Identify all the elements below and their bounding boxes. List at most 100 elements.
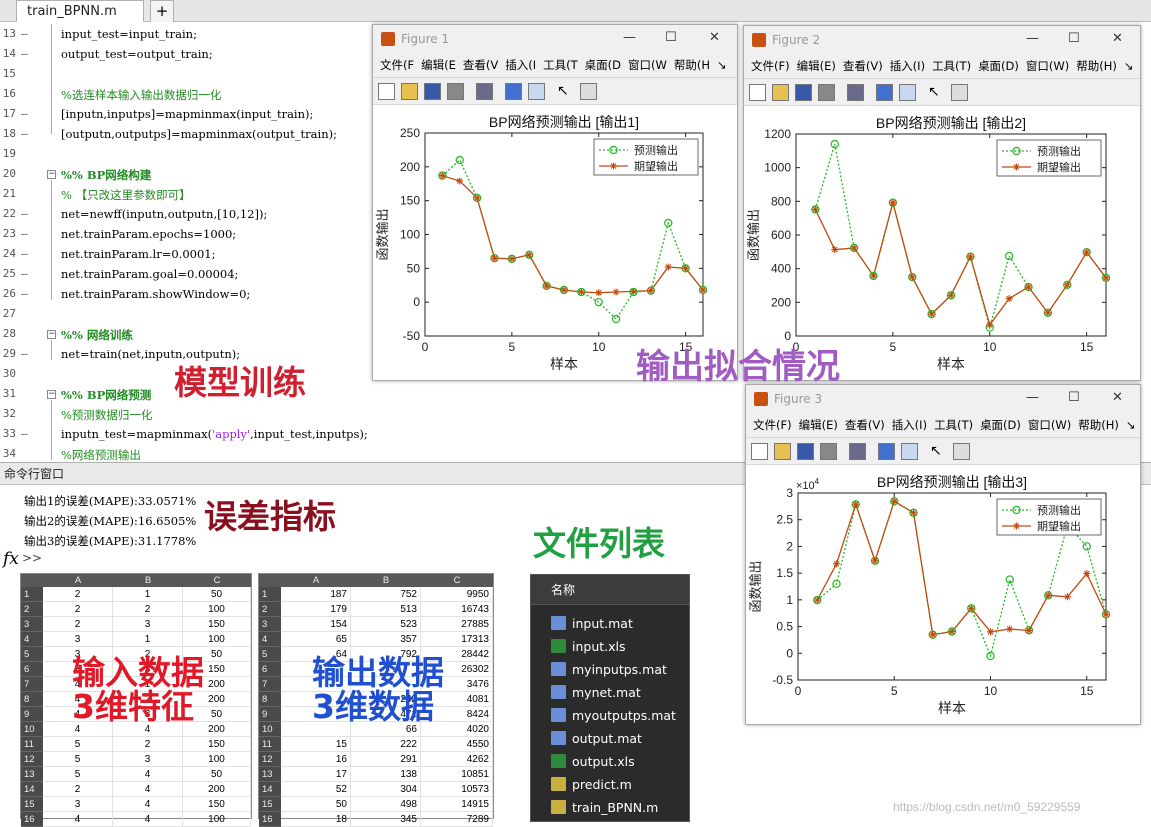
table-cell[interactable]: 2: [43, 587, 113, 602]
menu-item[interactable]: 插入(I): [892, 413, 927, 437]
table-cell[interactable]: 4: [43, 812, 113, 827]
table-cell[interactable]: 7289: [421, 812, 493, 827]
menu-item[interactable]: 插入(I: [505, 53, 536, 77]
link-plot-icon[interactable]: [476, 83, 493, 100]
row-number[interactable]: 7: [21, 677, 43, 692]
table-cell[interactable]: 304: [351, 782, 421, 797]
chart-legend[interactable]: 预测输出期望输出: [996, 498, 1102, 536]
table-cell[interactable]: 3: [113, 752, 183, 767]
table-cell[interactable]: 18: [281, 812, 351, 827]
table-cell[interactable]: 2: [43, 602, 113, 617]
menu-item[interactable]: 窗口(W): [1028, 413, 1071, 437]
breakpoint-marker[interactable]: –: [21, 27, 28, 40]
open-folder-icon[interactable]: [772, 84, 789, 101]
legend-icon[interactable]: [528, 83, 545, 100]
row-number[interactable]: 7: [259, 677, 281, 692]
table-cell[interactable]: 150: [183, 737, 251, 752]
figure-window-3[interactable]: Figure 3 — ☐ ✕ 文件(F) 编辑(E) 查看(V) 插入(I) 工具(T) 桌面(D…: [745, 384, 1141, 725]
menu-item[interactable]: 查看(V): [843, 54, 883, 78]
bp-prediction-chart[interactable]: BP网络预测输出 [输出1]0 5 10 15-50050100150200250样本…: [373, 105, 737, 380]
fold-toggle-icon[interactable]: −: [47, 170, 56, 179]
row-number[interactable]: 11: [21, 737, 43, 752]
row-number[interactable]: 9: [259, 707, 281, 722]
table-corner[interactable]: [259, 574, 281, 587]
row-number[interactable]: 16: [21, 812, 43, 827]
table-cell[interactable]: 5: [43, 737, 113, 752]
legend-icon[interactable]: [901, 443, 918, 460]
column-header[interactable]: A: [281, 574, 351, 587]
table-cell[interactable]: 150: [183, 797, 251, 812]
row-number[interactable]: 14: [259, 782, 281, 797]
bp-prediction-chart[interactable]: BP网络预测输出 [输出2]0 5 10 1502004006008001000120…: [744, 106, 1140, 380]
table-cell[interactable]: 3: [43, 797, 113, 812]
colorbar-icon[interactable]: [878, 443, 895, 460]
figure-canvas[interactable]: BP网络预测输出 [输出3] 0 5 10 15 -0.5 0 0.5 1 1.5 2 2.5 3 ×10…: [746, 465, 1140, 724]
table-corner[interactable]: [21, 574, 43, 587]
table-cell[interactable]: 50: [183, 587, 251, 602]
breakpoint-marker[interactable]: –: [21, 207, 28, 220]
menu-item[interactable]: 文件(F): [751, 54, 790, 78]
code-text[interactable]: %% BP网络预测: [61, 387, 151, 403]
breakpoint-marker[interactable]: –: [21, 107, 28, 120]
table-cell[interactable]: 65: [281, 632, 351, 647]
figure-canvas[interactable]: BP网络预测输出 [输出1] 0 5 10 15 -50 0 50 100 150 200 250 样本…: [373, 105, 737, 380]
row-number[interactable]: 11: [259, 737, 281, 752]
row-number[interactable]: 3: [21, 617, 43, 632]
table-cell[interactable]: 10851: [421, 767, 493, 782]
table-cell[interactable]: 179: [281, 602, 351, 617]
file-list-item[interactable]: predict.m: [549, 773, 689, 796]
row-number[interactable]: 1: [21, 587, 43, 602]
link-plot-icon[interactable]: [849, 443, 866, 460]
menu-item[interactable]: 编辑(E: [421, 53, 456, 77]
table-cell[interactable]: 15: [281, 737, 351, 752]
pointer-icon[interactable]: ↖: [557, 83, 574, 100]
menu-item[interactable]: 编辑(E): [799, 413, 838, 437]
breakpoint-marker[interactable]: –: [21, 47, 28, 60]
open-folder-icon[interactable]: [401, 83, 418, 100]
breakpoint-marker[interactable]: –: [21, 127, 28, 140]
breakpoint-marker[interactable]: –: [21, 247, 28, 260]
row-number[interactable]: 16: [259, 812, 281, 827]
code-text[interactable]: net=newff(inputn,outputn,[10,12]);: [61, 207, 267, 221]
row-number[interactable]: 6: [259, 662, 281, 677]
menu-item[interactable]: 帮助(H: [674, 53, 710, 77]
table-cell[interactable]: 16743: [421, 602, 493, 617]
table-cell[interactable]: 138: [351, 767, 421, 782]
menu-item[interactable]: 窗口(W: [628, 53, 667, 77]
code-text[interactable]: %网络预测输出: [61, 447, 141, 463]
breakpoint-marker[interactable]: –: [21, 227, 28, 240]
figure-canvas[interactable]: BP网络预测输出 [输出2] 0 5 10 15 0 200 400 600 800 1000 120…: [744, 106, 1140, 380]
row-number[interactable]: 8: [21, 692, 43, 707]
table-cell[interactable]: 17313: [421, 632, 493, 647]
save-icon[interactable]: [795, 84, 812, 101]
table-cell[interactable]: 187: [281, 587, 351, 602]
table-cell[interactable]: 100: [183, 602, 251, 617]
file-list-item[interactable]: input.xls: [549, 635, 689, 658]
table-cell[interactable]: 4: [113, 797, 183, 812]
minimize-button[interactable]: —: [1026, 390, 1039, 405]
row-number[interactable]: 5: [259, 647, 281, 662]
file-list-item[interactable]: mynet.mat: [549, 681, 689, 704]
new-file-icon[interactable]: [378, 83, 395, 100]
table-cell[interactable]: 2: [43, 617, 113, 632]
code-text[interactable]: %预测数据归一化: [61, 407, 152, 423]
colorbar-icon[interactable]: [505, 83, 522, 100]
row-number[interactable]: 10: [259, 722, 281, 737]
tab-train-bpnn[interactable]: train_BPNN.m ×: [16, 0, 159, 23]
code-text[interactable]: net.trainParam.goal=0.00004;: [61, 267, 238, 281]
table-cell[interactable]: 498: [351, 797, 421, 812]
table-cell[interactable]: 52: [281, 782, 351, 797]
print-icon[interactable]: [818, 84, 835, 101]
table-cell[interactable]: 222: [351, 737, 421, 752]
code-text[interactable]: [inputn,inputps]=mapminmax(input_train);: [61, 107, 313, 121]
table-cell[interactable]: 10573: [421, 782, 493, 797]
close-button[interactable]: ✕: [709, 30, 720, 45]
code-text[interactable]: input_test=input_train;: [61, 27, 197, 41]
table-cell[interactable]: 4262: [421, 752, 493, 767]
menu-item[interactable]: 查看(V: [463, 53, 498, 77]
row-number[interactable]: 3: [259, 617, 281, 632]
close-button[interactable]: ✕: [1112, 31, 1123, 46]
row-number[interactable]: 10: [21, 722, 43, 737]
table-cell[interactable]: 50: [183, 767, 251, 782]
command-prompt[interactable]: >>: [22, 551, 42, 565]
